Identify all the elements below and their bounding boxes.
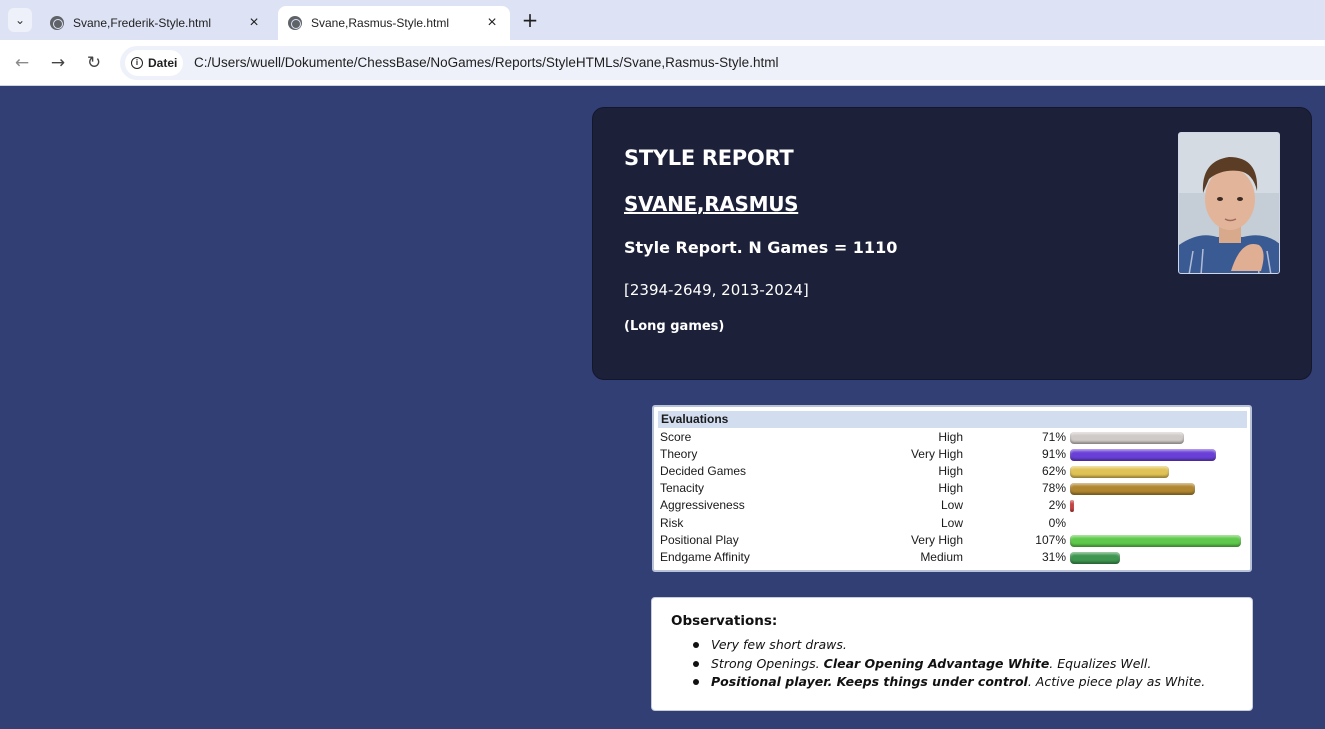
observation-text: Very few short draws. xyxy=(711,637,847,652)
evaluation-label: Decided Games xyxy=(660,464,747,479)
report-header-card: STYLE REPORT SVANE,RASMUS Style Report. … xyxy=(592,107,1312,380)
close-icon[interactable]: × xyxy=(244,14,264,32)
evaluation-level: High xyxy=(938,464,963,479)
evaluation-percent: 0% xyxy=(1048,515,1066,530)
player-first-name-link[interactable]: RASMUS xyxy=(704,192,798,216)
report-subtitle: Style Report. N Games = 1110 xyxy=(624,238,898,257)
evaluation-label: Risk xyxy=(660,515,684,530)
evaluation-level: High xyxy=(938,481,963,496)
globe-icon xyxy=(288,16,302,30)
site-info-label: Datei xyxy=(148,56,178,70)
observation-item: Very few short draws. xyxy=(692,636,1242,655)
evaluation-row: Decided Games High 62% xyxy=(654,463,1250,480)
game-type: (Long games) xyxy=(624,319,725,334)
evaluation-row: Theory Very High 91% xyxy=(654,446,1250,463)
arrow-right-icon: → xyxy=(50,53,66,73)
evaluation-label: Positional Play xyxy=(660,532,739,547)
evaluation-bar xyxy=(1070,466,1170,479)
close-icon[interactable]: × xyxy=(482,14,502,32)
observation-text: Positional player. Keeps things under co… xyxy=(711,674,1028,689)
evaluation-label: Endgame Affinity xyxy=(660,549,750,564)
evaluation-row: Risk Low 0% xyxy=(654,515,1250,532)
tab-svane-rasmus[interactable]: Svane,Rasmus-Style.html × xyxy=(278,6,510,40)
player-photo xyxy=(1178,132,1280,274)
tab-title: Svane,Frederik-Style.html xyxy=(73,16,212,30)
evaluation-percent: 62% xyxy=(1041,464,1066,479)
report-title: STYLE REPORT xyxy=(624,146,794,170)
player-portrait-image xyxy=(1179,133,1279,273)
evaluation-percent: 78% xyxy=(1041,481,1066,496)
observation-item: Strong Openings. Clear Opening Advantage… xyxy=(692,655,1242,674)
evaluation-label: Tenacity xyxy=(660,481,705,496)
evaluation-percent: 91% xyxy=(1041,447,1066,462)
player-last-name-link[interactable]: SVANE xyxy=(624,192,697,216)
forward-button[interactable]: → xyxy=(47,52,69,74)
evaluation-row: Tenacity High 78% xyxy=(654,480,1250,497)
evaluation-level: Very High xyxy=(910,447,963,462)
observation-text: Clear Opening Advantage White xyxy=(823,655,1050,671)
globe-icon xyxy=(50,16,64,30)
back-button[interactable]: ← xyxy=(11,52,33,74)
rating-year-range: [2394-2649, 2013-2024] xyxy=(624,281,809,299)
plus-icon: + xyxy=(521,8,539,32)
evaluation-percent: 2% xyxy=(1048,498,1066,513)
evaluation-level: Low xyxy=(940,498,963,513)
arrow-left-icon: ← xyxy=(14,53,30,73)
evaluation-bar xyxy=(1070,449,1216,462)
evaluation-bar xyxy=(1070,551,1120,564)
evaluations-heading: Evaluations xyxy=(658,411,1247,428)
evaluation-bar xyxy=(1070,483,1195,496)
evaluation-label: Aggressiveness xyxy=(660,498,745,513)
tab-search-button[interactable]: ⌄ xyxy=(8,8,32,32)
address-bar[interactable]: i Datei C:/Users/wuell/Dokumente/ChessBa… xyxy=(120,46,1325,80)
new-tab-button[interactable]: + xyxy=(520,10,540,30)
evaluation-bar xyxy=(1070,500,1074,513)
tab-title: Svane,Rasmus-Style.html xyxy=(311,16,450,30)
observation-text: . Active piece play as White. xyxy=(1027,674,1206,689)
browser-toolbar: ← → ↻ i Datei C:/Users/wuell/Dokumente/C… xyxy=(0,40,1325,86)
observation-text: Strong Openings. xyxy=(711,655,824,671)
evaluation-level: High xyxy=(938,430,963,444)
observations-list: Very few short draws. Strong Openings. Cl… xyxy=(692,636,1242,692)
evaluation-percent: 31% xyxy=(1041,549,1066,564)
evaluation-label: Theory xyxy=(660,447,698,462)
observation-text: . Equalizes Well. xyxy=(1049,655,1152,671)
evaluation-label: Score xyxy=(660,430,692,444)
evaluation-level: Very High xyxy=(910,532,963,547)
info-icon: i xyxy=(131,57,143,69)
evaluation-bar xyxy=(1070,534,1242,547)
player-name: SVANE,RASMUS xyxy=(624,192,799,216)
evaluation-row: Positional Play Very High 107% xyxy=(654,532,1250,549)
site-info-chip[interactable]: i Datei xyxy=(125,50,183,76)
evaluation-percent: 107% xyxy=(1035,532,1066,547)
evaluation-bar xyxy=(1070,432,1184,444)
evaluations-panel: Evaluations Score High 71% Theory Very High 9… xyxy=(652,405,1252,572)
observations-panel: Observations: Very few short draws. Stron… xyxy=(651,597,1253,711)
reload-button[interactable]: ↻ xyxy=(83,52,105,74)
evaluation-percent: 71% xyxy=(1041,430,1066,444)
observation-item: Positional player. Keeps things under co… xyxy=(692,673,1242,692)
evaluation-row: Endgame Affinity Medium 31% xyxy=(654,549,1250,566)
observations-title: Observations: xyxy=(671,613,778,629)
tab-svane-frederik[interactable]: Svane,Frederik-Style.html × xyxy=(40,6,272,40)
tab-bar: ⌄ Svane,Frederik-Style.html × Svane,Rasm… xyxy=(0,0,1325,40)
evaluation-level: Medium xyxy=(920,549,963,564)
evaluation-row: Score High 71% xyxy=(654,429,1250,446)
reload-icon: ↻ xyxy=(86,53,102,73)
url-text[interactable]: C:/Users/wuell/Dokumente/ChessBase/NoGam… xyxy=(194,55,778,70)
chevron-down-icon: ⌄ xyxy=(14,13,26,27)
evaluation-row: Aggressiveness Low 2% xyxy=(654,497,1250,514)
evaluation-level: Low xyxy=(940,515,963,530)
